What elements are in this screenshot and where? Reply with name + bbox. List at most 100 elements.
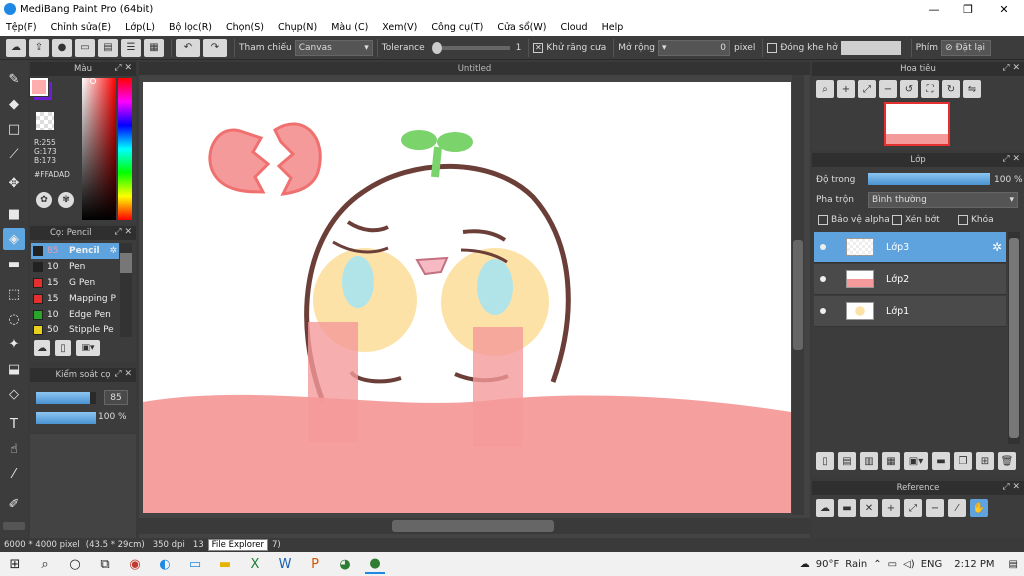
dropper-tool-icon[interactable]: ⁄ [3, 463, 25, 485]
text-tool-icon[interactable]: T [3, 413, 25, 435]
layer-opacity-slider[interactable] [868, 173, 990, 185]
network-icon[interactable]: ▭ [888, 559, 897, 570]
weather-temp[interactable]: 90°F [816, 559, 839, 570]
gear-icon[interactable]: ✲ [109, 246, 117, 256]
gap-close-slider[interactable] [840, 40, 901, 55]
menu-cloud[interactable]: Cloud [560, 22, 587, 33]
visibility-icon[interactable] [820, 276, 826, 282]
panel-controls-icon[interactable]: ⤢ ✕ [1002, 482, 1020, 492]
menu-file[interactable]: Tệp(F) [6, 22, 37, 33]
layer-list-scrollbar[interactable] [1008, 232, 1020, 444]
new-1bit-layer-icon[interactable]: ▥ [860, 452, 878, 470]
gap-close-checkbox[interactable] [767, 42, 778, 53]
merge-layer-icon[interactable]: ⊞ [976, 452, 994, 470]
gradient-tool-icon[interactable]: ▬ [3, 253, 25, 275]
panel-controls-icon[interactable]: ⤢ ✕ [1002, 154, 1020, 164]
notification-icon[interactable]: ▤ [1009, 559, 1018, 570]
duplicate-layer-icon[interactable]: ❐ [954, 452, 972, 470]
scrollbar-thumb[interactable] [793, 240, 803, 350]
menu-snap[interactable]: Chụp(N) [278, 22, 317, 33]
menu-layer[interactable]: Lớp(L) [125, 22, 155, 33]
blend-mode-select[interactable]: Bình thường ▾ [868, 192, 1018, 208]
brush-size-slider[interactable] [36, 392, 96, 404]
fill-shape-tool-icon[interactable]: ■ [3, 203, 25, 225]
menu-help[interactable]: Help [602, 22, 624, 33]
zoom-out-icon[interactable]: − [879, 80, 897, 98]
undo-icon[interactable]: ↶ [176, 38, 200, 57]
add-layer-menu-icon[interactable]: ▣▾ [904, 452, 928, 470]
gear-icon[interactable]: ✲ [992, 240, 1002, 254]
edge-icon[interactable]: ◐ [155, 554, 175, 574]
visibility-icon[interactable] [820, 244, 826, 250]
open-folder-icon[interactable]: ▬ [838, 499, 856, 517]
zoom-in-icon[interactable]: + [882, 499, 900, 517]
menu-color[interactable]: Màu (C) [331, 22, 368, 33]
zoom-fit-icon[interactable]: ⌕ [816, 80, 834, 98]
fullscreen-icon[interactable]: ⛶ [921, 80, 939, 98]
hue-slider[interactable] [118, 78, 132, 220]
comment-icon[interactable]: ● [52, 38, 72, 57]
task-view-icon[interactable]: ⧉ [95, 554, 115, 574]
fit-window-icon[interactable]: ⤢ [858, 80, 876, 98]
folder-icon[interactable]: ▬ [932, 452, 950, 470]
flip-icon[interactable]: ⇋ [963, 80, 981, 98]
color-picker-cursor[interactable] [90, 78, 96, 84]
chevron-up-icon[interactable]: ⌃ [873, 559, 881, 570]
canvas-vertical-scrollbar[interactable] [792, 75, 804, 515]
brush-item-edge-pen[interactable]: 10 Edge Pen [31, 307, 119, 323]
layer-item[interactable]: Lớp3 ✲ [814, 232, 1006, 263]
cloud-icon[interactable]: ☁ [816, 499, 834, 517]
expand-stepper[interactable]: ▾ 0 [658, 39, 731, 56]
operation-tool-icon[interactable]: ☝ [3, 438, 25, 460]
panel-controls-icon[interactable]: ⤢ ✕ [114, 227, 132, 237]
palette-icon[interactable]: ✿ [36, 192, 52, 208]
weather-desc[interactable]: Rain [845, 559, 867, 570]
color-wheel-icon[interactable]: ✾ [58, 192, 74, 208]
transparent-color-swatch[interactable] [36, 112, 54, 130]
scrollbar-thumb[interactable] [1009, 238, 1019, 438]
move-tool-icon[interactable]: ✥ [3, 172, 25, 194]
new-brush-icon[interactable]: ▯ [55, 340, 71, 356]
menu-view[interactable]: Xem(V) [382, 22, 417, 33]
language-indicator[interactable]: ENG [921, 559, 943, 570]
shape-tool-icon[interactable]: □ [3, 118, 25, 140]
brush-add-icon[interactable]: ☁ [34, 340, 50, 356]
zoom-out-icon[interactable]: − [926, 499, 944, 517]
toolbar-scroll-handle[interactable] [3, 522, 25, 530]
close-icon[interactable]: ✕ [860, 499, 878, 517]
hand-icon[interactable]: ✋ [970, 499, 988, 517]
brush-size-value[interactable]: 85 [104, 390, 128, 405]
chrome-icon[interactable]: ◕ [335, 554, 355, 574]
zoom-in-icon[interactable]: + [837, 80, 855, 98]
brush-item-mapping-pen[interactable]: 15 Mapping P [31, 291, 119, 307]
saturation-value-picker[interactable] [82, 78, 116, 220]
redo-icon[interactable]: ↷ [203, 38, 227, 57]
list-icon[interactable]: ☰ [121, 38, 141, 57]
foreground-color-swatch[interactable] [30, 78, 48, 96]
chat-icon[interactable]: ▭ [75, 38, 95, 57]
menu-edit[interactable]: Chỉnh sửa(E) [51, 22, 112, 33]
brush-menu-icon[interactable]: ▣▾ [76, 340, 100, 356]
close-button[interactable]: ✕ [986, 0, 1022, 18]
brush-item-stipple-pen[interactable]: 50 Stipple Pe [31, 323, 119, 337]
grid-icon[interactable]: ▦ [144, 38, 164, 57]
new-halftone-layer-icon[interactable]: ▤ [838, 452, 856, 470]
tolerance-slider[interactable] [431, 41, 510, 54]
protect-alpha-checkbox[interactable] [818, 215, 828, 225]
clock-time[interactable]: 2:12 PM [954, 559, 994, 570]
reference-select[interactable]: Canvas ▾ [294, 39, 373, 56]
scrollbar-thumb[interactable] [120, 253, 132, 273]
brush-tool-icon[interactable]: ✎ [3, 68, 25, 90]
menu-window[interactable]: Cửa sổ(W) [497, 22, 546, 33]
bucket-tool-icon[interactable]: ◈ [3, 228, 25, 250]
excel-icon[interactable]: X [245, 554, 265, 574]
navigator-thumbnail[interactable] [884, 102, 950, 146]
minimize-button[interactable]: — [916, 0, 952, 18]
cloud-icon[interactable]: ☁ [6, 38, 26, 57]
menu-tools[interactable]: Công cụ(T) [431, 22, 483, 33]
powerpoint-icon[interactable]: P [305, 554, 325, 574]
share-icon[interactable]: ⇪ [29, 38, 49, 57]
brush-list-scrollbar[interactable] [120, 243, 132, 337]
speaker-icon[interactable]: ◁) [903, 559, 915, 570]
antialias-checkbox[interactable]: ✕ [533, 42, 544, 53]
